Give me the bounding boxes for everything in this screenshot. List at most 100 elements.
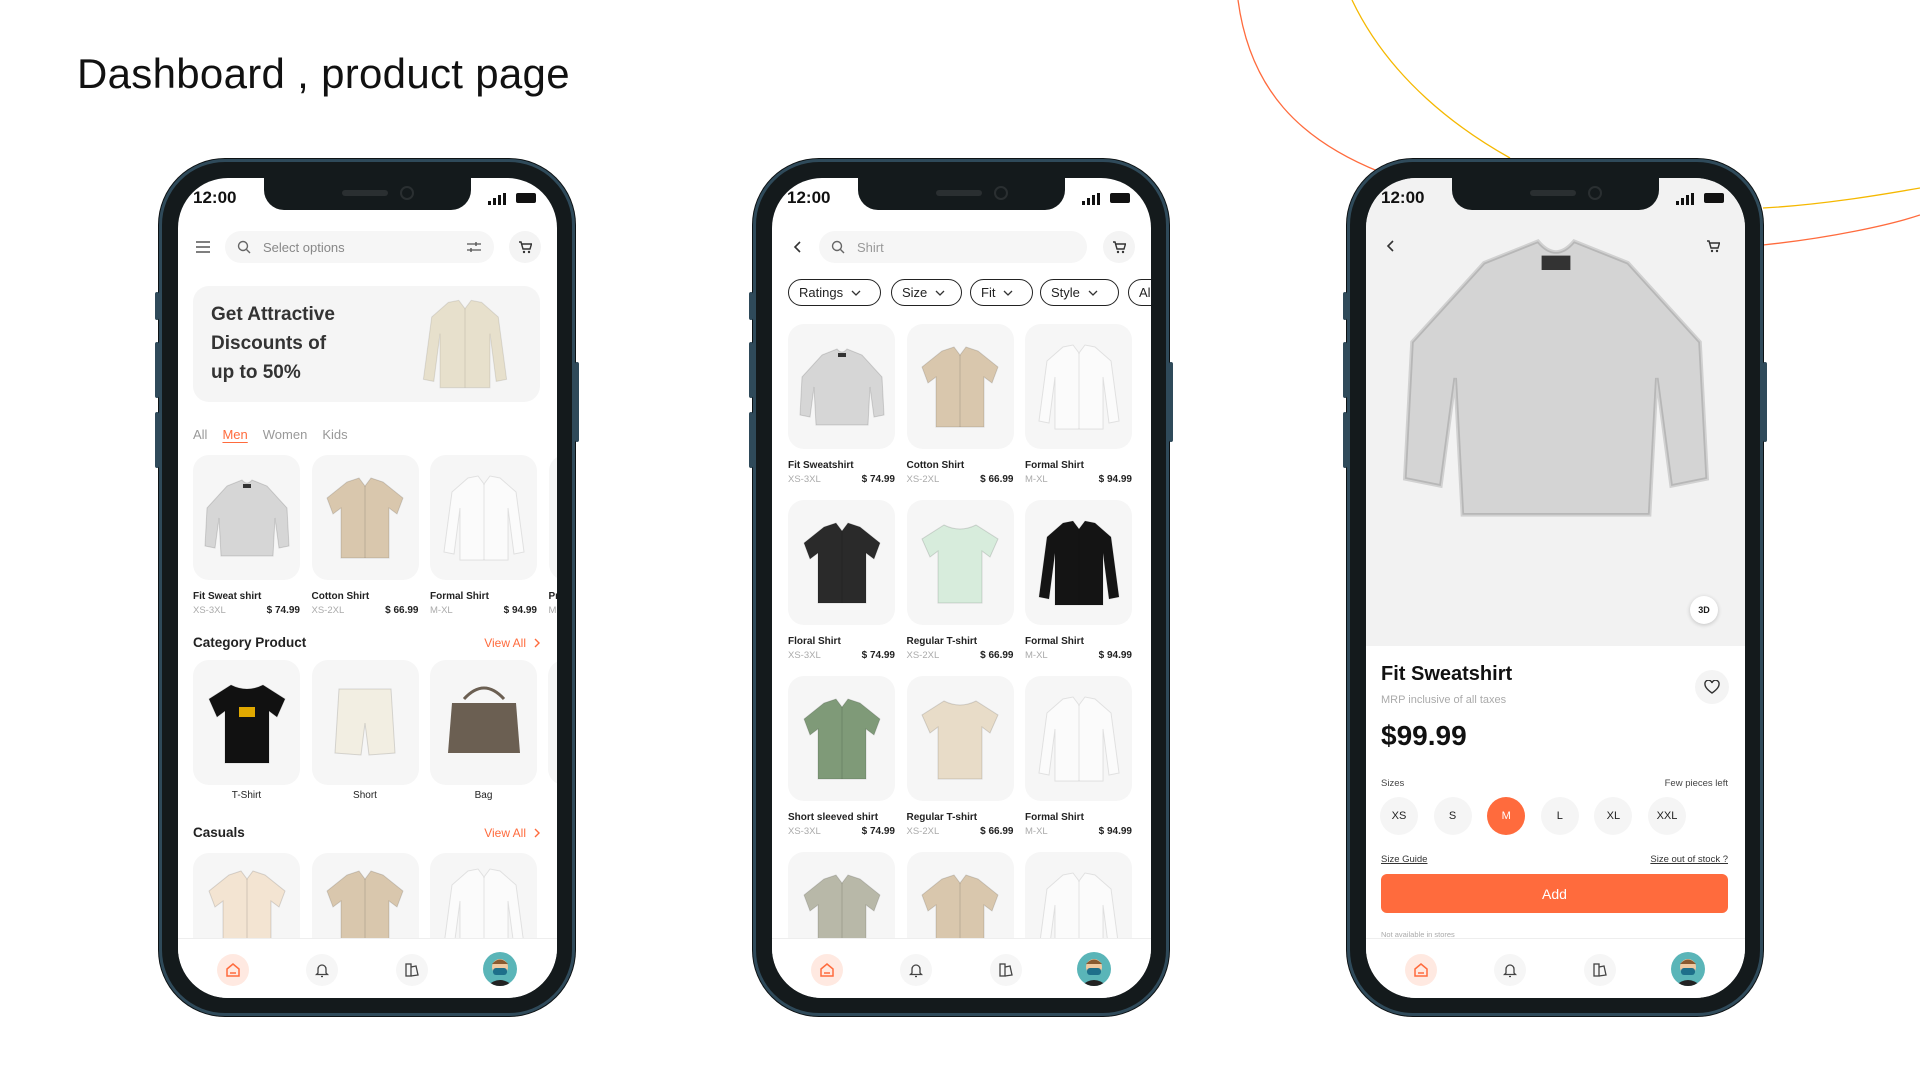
result-image[interactable] (906, 324, 1014, 449)
chevron-down-icon (935, 290, 945, 296)
nav-notifications[interactable] (306, 954, 338, 986)
favorite-button[interactable] (1695, 670, 1729, 704)
sweatshirt-image (1376, 198, 1736, 563)
filter-chip-ratings[interactable]: Ratings (788, 279, 881, 306)
result-name[interactable]: Cotton Shirt (907, 460, 965, 471)
size-option-xxl[interactable]: XXL (1648, 797, 1686, 835)
result-name[interactable]: Regular T-shirt (907, 812, 978, 823)
view-all-casuals[interactable]: View All (484, 826, 540, 840)
side-button (1343, 342, 1347, 398)
tab-women[interactable]: Women (263, 427, 308, 442)
nav-home[interactable] (811, 954, 843, 986)
size-guide-link[interactable]: Size Guide (1381, 854, 1427, 865)
sliders-icon (467, 241, 481, 253)
size-option-m[interactable]: M (1487, 797, 1526, 835)
size-option-xs[interactable]: XS (1380, 797, 1418, 835)
result-image[interactable] (1025, 676, 1132, 801)
result-image[interactable] (788, 324, 895, 449)
result-image[interactable] (788, 500, 895, 625)
result-image[interactable] (1025, 324, 1132, 449)
category-label: Bag (474, 790, 493, 801)
result-sizes: XS-2XL (906, 826, 940, 837)
result-name[interactable]: Formal Shirt (1025, 460, 1084, 471)
size-out-of-stock-link[interactable]: Size out of stock ? (1650, 854, 1728, 865)
size-option-xl[interactable]: XL (1594, 797, 1633, 835)
nav-collections[interactable] (396, 954, 428, 986)
banner-line: Get Attractive (211, 304, 335, 325)
category-card-bag[interactable] (430, 660, 537, 785)
back-button[interactable] (1386, 240, 1396, 252)
view-all-label[interactable]: View All (484, 826, 526, 840)
product-name[interactable]: Fit Sweat shirt (193, 591, 261, 602)
tab-kids[interactable]: Kids (322, 427, 347, 442)
side-button (575, 362, 579, 442)
cart-button[interactable] (1706, 239, 1720, 253)
category-label: T-Shirt (231, 790, 262, 801)
result-name[interactable]: Short sleeved shirt (788, 812, 878, 823)
product-image[interactable] (311, 455, 419, 580)
view-all-label[interactable]: View All (484, 636, 526, 650)
battery-icon (1110, 193, 1130, 203)
search-query[interactable]: Shirt (857, 240, 884, 255)
mrp-note: MRP inclusive of all taxes (1381, 694, 1507, 706)
menu-button[interactable] (196, 241, 210, 253)
chevron-down-icon (1003, 290, 1013, 296)
profile-avatar[interactable] (1671, 952, 1705, 986)
filter-chip-fit[interactable]: Fit (970, 279, 1033, 306)
product-card-partial[interactable] (548, 455, 557, 580)
cart-button[interactable] (509, 231, 541, 263)
product-image[interactable] (193, 455, 300, 580)
result-image[interactable] (1025, 500, 1132, 625)
nav-home[interactable] (1405, 954, 1437, 986)
cart-icon (1112, 240, 1126, 254)
result-name[interactable]: Floral Shirt (788, 636, 841, 647)
chevron-right-icon (534, 828, 540, 838)
filter-button[interactable] (467, 241, 481, 253)
back-button[interactable] (793, 241, 803, 253)
result-image[interactable] (906, 500, 1014, 625)
camera (400, 186, 414, 200)
result-name[interactable]: Formal Shirt (1025, 636, 1084, 647)
view-3d-button[interactable]: 3D (1690, 596, 1718, 624)
add-to-cart-button[interactable]: Add (1381, 874, 1728, 913)
nav-home[interactable] (217, 954, 249, 986)
result-name[interactable]: Formal Shirt (1025, 812, 1084, 823)
notch (264, 178, 471, 210)
search-bar[interactable]: Select options (225, 231, 494, 263)
swatch-icon (404, 962, 420, 978)
category-card-short[interactable] (311, 660, 419, 785)
profile-avatar[interactable] (1077, 952, 1111, 986)
tab-men[interactable]: Men (222, 427, 247, 442)
result-name[interactable]: Regular T-shirt (907, 636, 978, 647)
result-sizes: M-XL (1025, 650, 1048, 661)
product-name[interactable]: Formal Shirt (430, 591, 489, 602)
category-card-t-shirt[interactable] (193, 660, 300, 785)
size-option-s[interactable]: S (1433, 797, 1472, 835)
category-label: Short (353, 790, 377, 801)
banner-text: Get Attractive Discounts of up to 50% (211, 300, 335, 387)
tab-all[interactable]: All (193, 427, 207, 442)
profile-avatar[interactable] (483, 952, 517, 986)
result-name[interactable]: Fit Sweatshirt (788, 460, 854, 471)
nav-collections[interactable] (990, 954, 1022, 986)
search-placeholder[interactable]: Select options (263, 240, 345, 255)
nav-notifications[interactable] (1494, 954, 1526, 986)
speaker (342, 190, 388, 196)
search-bar[interactable]: Shirt (819, 231, 1087, 263)
result-image[interactable] (906, 676, 1014, 801)
size-option-l[interactable]: L (1540, 797, 1579, 835)
result-sizes: M-XL (1025, 474, 1048, 485)
result-image[interactable] (788, 676, 895, 801)
promo-banner[interactable]: Get Attractive Discounts of up to 50% (193, 286, 540, 402)
filter-chip-all[interactable]: All (1128, 279, 1151, 306)
filter-chip-size[interactable]: Size (891, 279, 962, 306)
category-card-partial[interactable] (548, 660, 557, 785)
nav-notifications[interactable] (900, 954, 932, 986)
view-all-category[interactable]: View All (484, 636, 540, 650)
signal-icon (488, 192, 506, 210)
product-image[interactable] (430, 455, 537, 580)
product-name[interactable]: Cotton Shirt (312, 591, 370, 602)
cart-button[interactable] (1103, 231, 1135, 263)
nav-collections[interactable] (1584, 954, 1616, 986)
filter-chip-style[interactable]: Style (1040, 279, 1119, 306)
